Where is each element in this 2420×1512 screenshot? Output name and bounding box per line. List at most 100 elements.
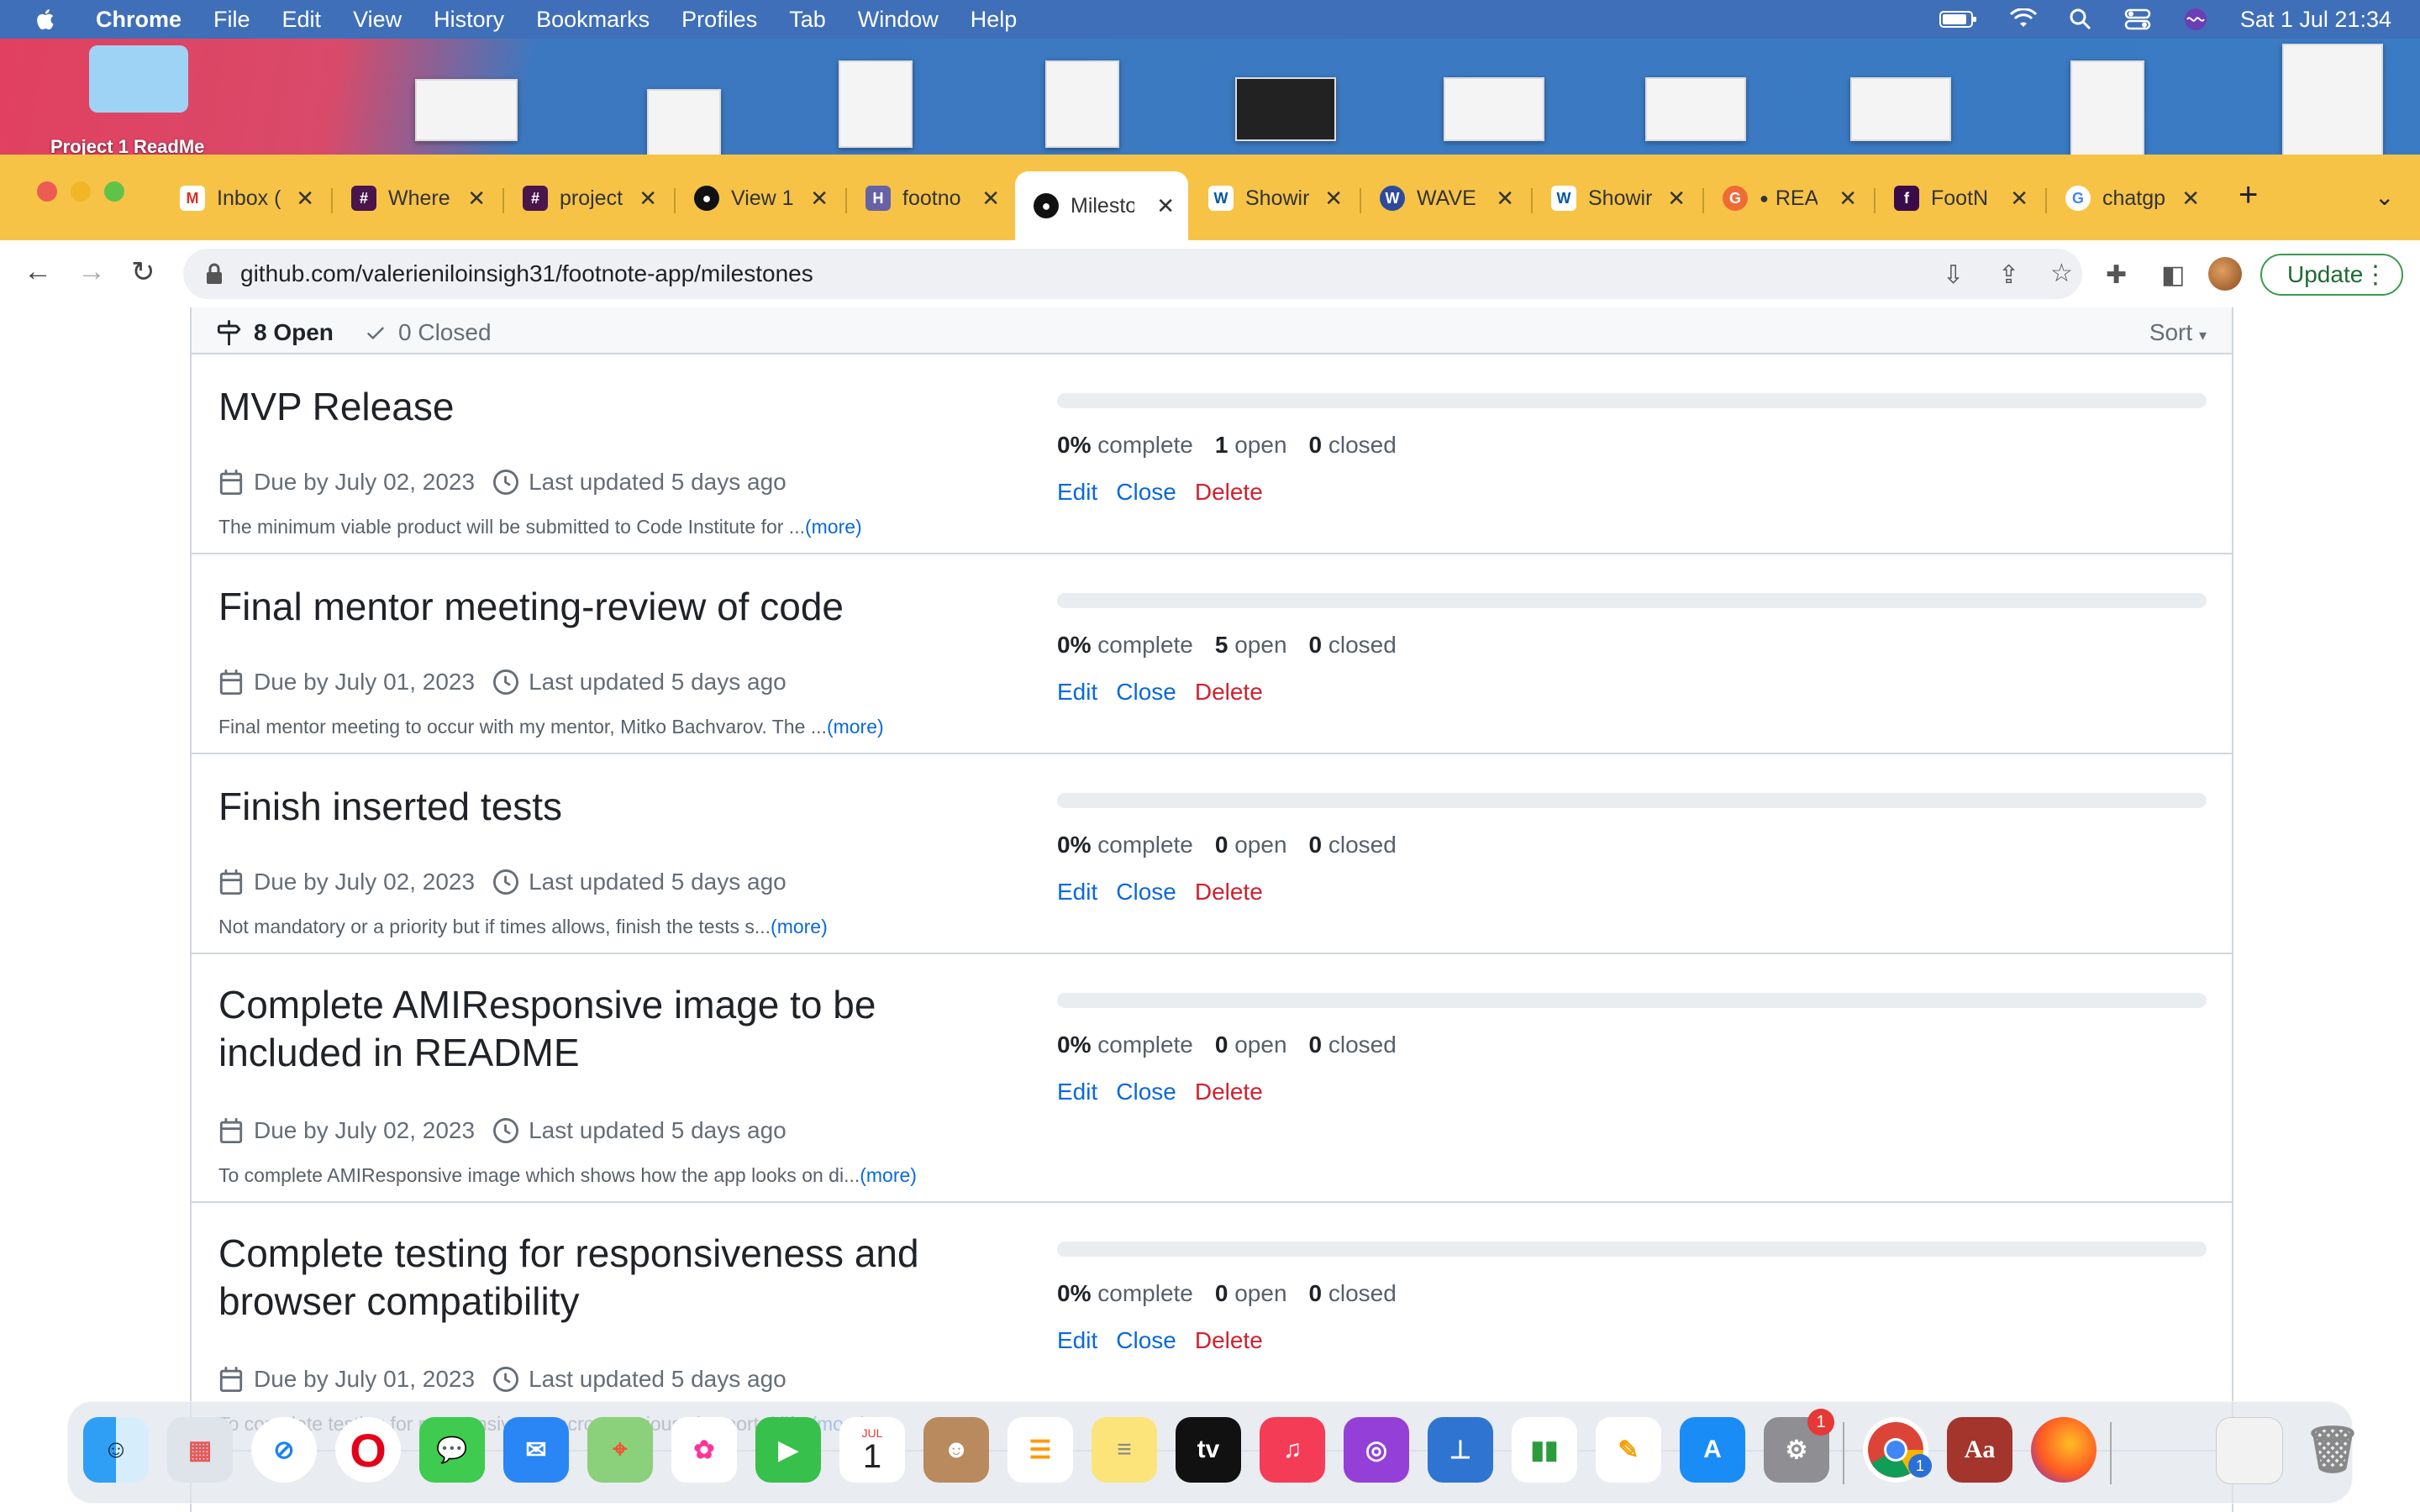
close-link[interactable]: Close	[1116, 1079, 1176, 1105]
apple-icon[interactable]	[34, 7, 59, 32]
more-link[interactable]: (more)	[860, 1164, 917, 1186]
finder-icon[interactable]: ☺	[83, 1417, 149, 1483]
tab-close-icon[interactable]: ✕	[1156, 193, 1175, 219]
new-tab-button[interactable]: +	[2238, 176, 2258, 214]
url-text[interactable]: github.com/valerieniloinsigh31/footnote-…	[240, 260, 813, 287]
contacts-icon[interactable]: ☻	[923, 1417, 989, 1483]
profile-avatar[interactable]	[2208, 257, 2242, 291]
more-link[interactable]: (more)	[771, 916, 828, 937]
edit-link[interactable]: Edit	[1057, 679, 1097, 705]
notes-icon[interactable]: ≡	[1092, 1417, 1157, 1483]
tab-chatgpt[interactable]: G chatgp ✕	[2057, 173, 2208, 223]
control-center-icon[interactable]	[2124, 8, 2151, 31]
apple-tv-icon[interactable]: tv	[1176, 1417, 1241, 1483]
calendar-icon[interactable]: JUL 1	[839, 1417, 905, 1483]
system-settings-icon[interactable]: ⚙ 1	[1764, 1409, 1834, 1483]
milestone-title[interactable]: Finish inserted tests	[218, 783, 975, 831]
bookmark-star-icon[interactable]: ☆	[2050, 259, 2073, 288]
open-issues-count[interactable]: 1 open	[1215, 432, 1287, 458]
tab-search-chevron-icon[interactable]: ⌄	[2375, 183, 2394, 211]
tab-slack-where[interactable]: # Where ✕	[343, 173, 494, 223]
menu-view[interactable]: View	[353, 7, 402, 33]
dictionary-icon[interactable]: Aa	[1947, 1417, 2012, 1483]
edit-link[interactable]: Edit	[1057, 479, 1097, 505]
desktop-file-thumbnail[interactable]	[1444, 77, 1544, 141]
tab-close-icon[interactable]: ✕	[2010, 186, 2028, 212]
milestone-title[interactable]: Complete AMIResponsive image to be inclu…	[218, 981, 975, 1077]
menu-profiles[interactable]: Profiles	[681, 7, 757, 33]
messages-icon[interactable]: 💬	[419, 1417, 485, 1483]
tab-heroku-footnote[interactable]: H footno ✕	[857, 173, 1008, 223]
delete-link[interactable]: Delete	[1195, 1327, 1263, 1353]
edit-link[interactable]: Edit	[1057, 879, 1097, 905]
edit-link[interactable]: Edit	[1057, 1079, 1097, 1105]
tab-close-icon[interactable]: ✕	[467, 186, 486, 212]
window-minimize-button[interactable]	[71, 181, 91, 202]
tab-close-icon[interactable]: ✕	[639, 186, 657, 212]
open-issues-count[interactable]: 5 open	[1215, 632, 1287, 658]
close-link[interactable]: Close	[1116, 879, 1176, 905]
desktop-file-thumbnail[interactable]	[1235, 77, 1336, 141]
menu-history[interactable]: History	[434, 7, 504, 33]
opera-icon[interactable]: O	[335, 1417, 401, 1483]
desktop-file-thumbnail[interactable]	[2282, 44, 2383, 156]
tab-github-view[interactable]: ● View 1 ✕	[686, 173, 837, 223]
closed-issues-count[interactable]: 0 closed	[1309, 632, 1397, 658]
tab-readme[interactable]: G ● REA ✕	[1714, 173, 1865, 223]
closed-issues-count[interactable]: 0 closed	[1309, 1032, 1397, 1058]
tab-close-icon[interactable]: ✕	[1496, 186, 1514, 212]
podcasts-icon[interactable]: ◎	[1344, 1417, 1409, 1483]
siri-icon[interactable]	[2183, 7, 2208, 32]
launchpad-icon[interactable]: ▦	[167, 1417, 233, 1483]
close-link[interactable]: Close	[1116, 1327, 1176, 1353]
tab-footnote[interactable]: f FootN ✕	[1886, 173, 2037, 223]
battery-icon[interactable]	[1939, 9, 1978, 29]
delete-link[interactable]: Delete	[1195, 1079, 1263, 1105]
desktop-file-thumbnail[interactable]	[647, 89, 721, 160]
desktop-file-thumbnail[interactable]	[415, 79, 518, 141]
tab-showing-1[interactable]: W Showir ✕	[1200, 173, 1351, 223]
more-link[interactable]: (more)	[805, 516, 862, 538]
tab-close-icon[interactable]: ✕	[981, 186, 1000, 212]
delete-link[interactable]: Delete	[1195, 479, 1263, 505]
safari-icon[interactable]: ⊘	[251, 1417, 317, 1483]
closed-milestones-filter[interactable]: 0 Closed	[365, 319, 492, 346]
window-close-button[interactable]	[37, 181, 57, 202]
app-store-icon[interactable]: A	[1680, 1417, 1745, 1483]
open-issues-count[interactable]: 0 open	[1215, 1032, 1287, 1058]
menu-bookmarks[interactable]: Bookmarks	[536, 7, 650, 33]
tab-close-icon[interactable]: ✕	[1839, 186, 1857, 212]
tab-showing-2[interactable]: W Showir ✕	[1543, 173, 1694, 223]
chrome-icon[interactable]: 1	[1863, 1417, 1932, 1483]
tab-slack-project[interactable]: # project ✕	[514, 173, 666, 223]
menu-file[interactable]: File	[213, 7, 250, 33]
back-button[interactable]: ←	[24, 255, 52, 288]
folder-icon[interactable]	[89, 45, 188, 113]
tab-wave[interactable]: W WAVE ✕	[1371, 173, 1523, 223]
side-panel-icon[interactable]: ◧	[2161, 260, 2185, 290]
window-zoom-button[interactable]	[104, 181, 124, 202]
wifi-icon[interactable]	[2009, 8, 2037, 30]
share-icon[interactable]: ⇪	[1998, 260, 2019, 290]
pages-icon[interactable]: ✎	[1596, 1417, 1661, 1483]
close-link[interactable]: Close	[1116, 679, 1176, 705]
close-link[interactable]: Close	[1116, 479, 1176, 505]
edit-link[interactable]: Edit	[1057, 1327, 1097, 1353]
milestone-title[interactable]: Final mentor meeting-review of code	[218, 583, 975, 631]
trash-icon[interactable]: 🗑	[2300, 1417, 2365, 1483]
desktop-file-thumbnail[interactable]	[1045, 60, 1119, 148]
open-issues-count[interactable]: 0 open	[1215, 832, 1287, 858]
tab-close-icon[interactable]: ✕	[1324, 186, 1343, 212]
forward-button[interactable]: →	[77, 255, 106, 288]
desktop-file-thumbnail[interactable]	[839, 60, 913, 148]
tab-close-icon[interactable]: ✕	[2181, 186, 2200, 212]
mail-icon[interactable]: ✉	[503, 1417, 569, 1483]
lock-icon[interactable]	[205, 262, 224, 286]
clock[interactable]: Sat 1 Jul 21:34	[2240, 7, 2391, 33]
install-icon[interactable]: ⇩	[1943, 260, 1964, 290]
delete-link[interactable]: Delete	[1195, 879, 1263, 905]
numbers-icon[interactable]: ▮▮	[1512, 1417, 1577, 1483]
closed-issues-count[interactable]: 0 closed	[1309, 1280, 1397, 1306]
milestone-title[interactable]: Complete testing for responsiveness and …	[218, 1230, 975, 1326]
closed-issues-count[interactable]: 0 closed	[1309, 432, 1397, 458]
